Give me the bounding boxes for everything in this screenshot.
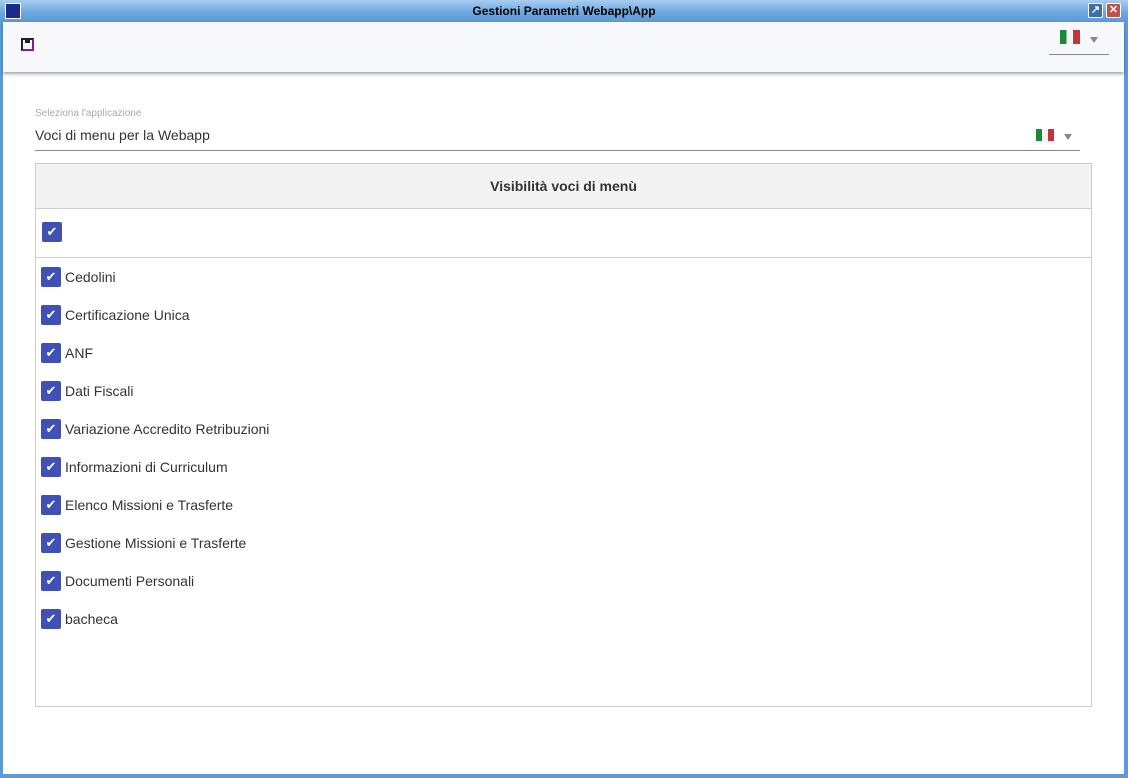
menu-item-checkbox[interactable]: ✔ — [41, 267, 61, 287]
menu-item: ✔ Certificazione Unica — [36, 296, 1091, 334]
menu-item-label: ANF — [65, 345, 93, 361]
menu-item: ✔ bacheca — [36, 600, 1091, 638]
menu-item-label: Cedolini — [65, 269, 116, 285]
menu-item-checkbox[interactable]: ✔ — [41, 571, 61, 591]
menu-item-checkbox[interactable]: ✔ — [41, 457, 61, 477]
chevron-down-icon — [1064, 133, 1072, 140]
title-bar: Gestioni Parametri Webapp\App ↗ ✕ — [0, 0, 1128, 22]
chevron-down-icon — [1090, 36, 1098, 43]
menu-item: ✔ Informazioni di Curriculum — [36, 448, 1091, 486]
menu-item-label: Informazioni di Curriculum — [65, 459, 228, 475]
close-button[interactable]: ✕ — [1106, 3, 1121, 18]
menu-item-checkbox[interactable]: ✔ — [41, 609, 61, 629]
menu-item-label: Documenti Personali — [65, 573, 195, 589]
toolbar — [3, 22, 1124, 72]
menu-item: ✔ Gestione Missioni e Trasferte — [36, 524, 1091, 562]
app-select[interactable]: Voci di menu per la Webapp — [35, 122, 1080, 151]
app-select-label: Seleziona l'applicazione — [35, 108, 142, 119]
menu-item-label: Certificazione Unica — [65, 307, 190, 323]
menu-item: ✔ Variazione Accredito Retribuzioni — [36, 410, 1091, 448]
language-select[interactable] — [1049, 30, 1109, 55]
italy-flag-icon — [1036, 129, 1054, 141]
menu-item-checkbox[interactable]: ✔ — [41, 533, 61, 553]
app-select-value: Voci di menu per la Webapp — [35, 127, 210, 143]
menu-item-checkbox[interactable]: ✔ — [41, 343, 61, 363]
menu-item-checkbox[interactable]: ✔ — [41, 381, 61, 401]
menu-item: ✔ Dati Fiscali — [36, 372, 1091, 410]
menu-item: ✔ Elenco Missioni e Trasferte — [36, 486, 1091, 524]
menu-item-label: Elenco Missioni e Trasferte — [65, 497, 234, 513]
menu-item-checkbox[interactable]: ✔ — [41, 419, 61, 439]
menu-item: ✔ Cedolini — [36, 258, 1091, 296]
restore-button[interactable]: ↗ — [1088, 3, 1103, 18]
menu-item-checkbox[interactable]: ✔ — [41, 305, 61, 325]
menu-item-label: Variazione Accredito Retribuzioni — [65, 421, 270, 437]
menu-item-checkbox[interactable]: ✔ — [41, 495, 61, 515]
window-client: Seleziona l'applicazione Voci di menu pe… — [3, 22, 1124, 774]
italy-flag-icon — [1060, 30, 1080, 44]
panel-header: Visibilità voci di menù — [36, 164, 1091, 209]
menu-item: ✔ ANF — [36, 334, 1091, 372]
menu-item-label: bacheca — [65, 611, 118, 627]
select-all-checkbox[interactable]: ✔ — [42, 222, 62, 242]
window-title: Gestioni Parametri Webapp\App — [472, 4, 656, 18]
menu-visibility-panel: Visibilità voci di menù ✔ ✔ Cedolini ✔ Cert… — [35, 163, 1092, 707]
menu-item: ✔ Documenti Personali — [36, 562, 1091, 600]
menu-item-label: Dati Fiscali — [65, 383, 134, 399]
floppy-disk-icon[interactable] — [21, 38, 34, 51]
menu-item-label: Gestione Missioni e Trasferte — [65, 535, 247, 551]
